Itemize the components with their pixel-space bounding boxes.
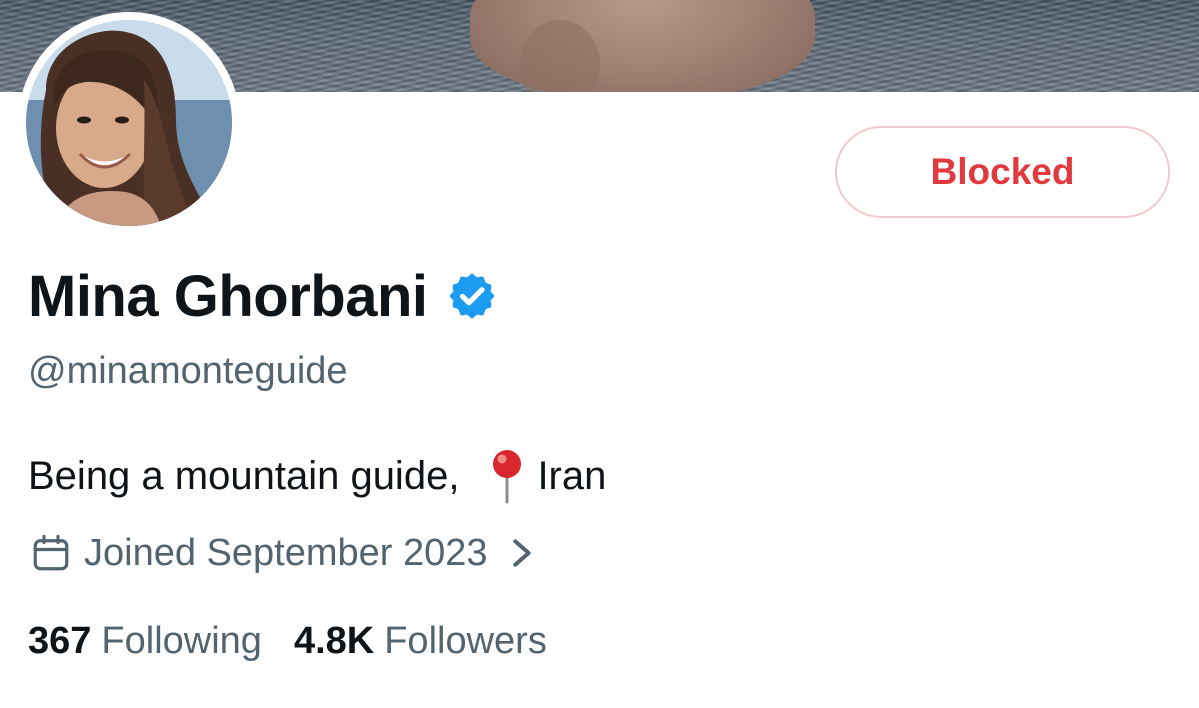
profile-bio: Being a mountain guide, Iran [28,448,606,504]
following-count: 367 [28,619,92,662]
followers-label: Followers [384,619,547,662]
bio-text: Being a mountain guide, [28,453,460,498]
display-name: Mina Ghorbani [28,263,428,329]
blocked-button[interactable]: Blocked [835,126,1170,218]
followers-count: 4.8K [293,619,375,662]
follow-stats: 367 Following 4.8K Followers [28,614,547,668]
joined-date: Joined September 2023 [84,531,488,574]
round-pushpin-icon [487,448,527,504]
following-link[interactable]: 367 Following [28,620,262,663]
avatar[interactable] [26,20,232,226]
following-label: Following [101,619,262,662]
verified-badge-icon[interactable] [446,270,498,322]
profile-page: Blocked Mina Ghorbani @minamonteguide Be… [0,0,1199,708]
bio-location[interactable]: Iran [537,454,606,499]
chevron-right-icon[interactable] [510,538,534,568]
followers-link[interactable]: 4.8K Followers [294,620,547,663]
joined-date-row[interactable]: Joined September 2023 [30,528,534,578]
username-handle: @minamonteguide [28,350,348,392]
avatar-photo [26,20,232,226]
calendar-icon [33,534,69,571]
name-row: Mina Ghorbani [28,260,498,332]
